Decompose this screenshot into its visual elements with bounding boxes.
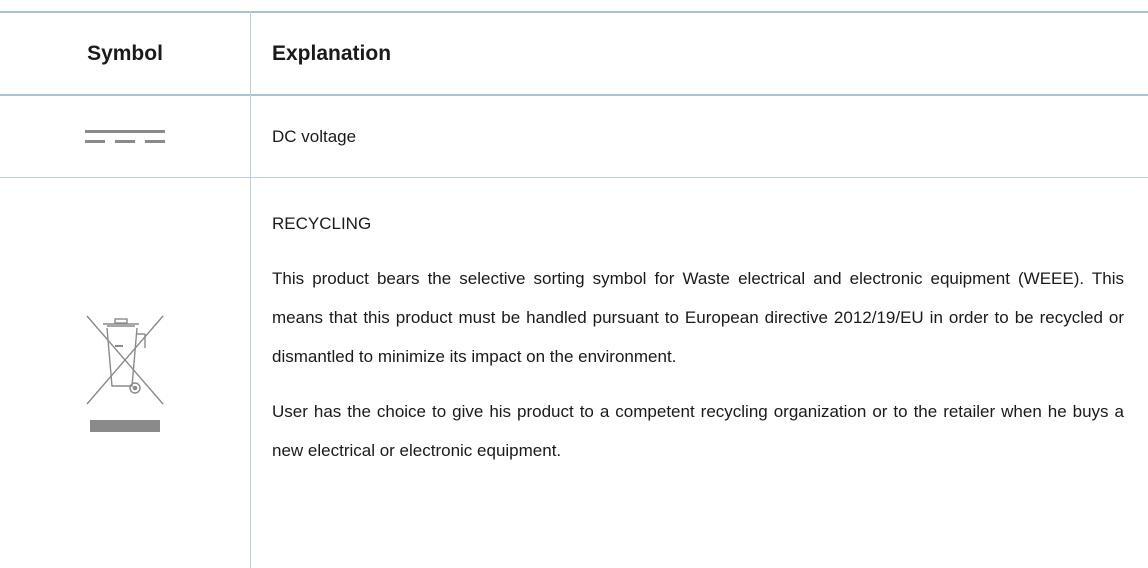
column-divider: [250, 11, 251, 568]
dc-voltage-explanation: DC voltage: [272, 126, 357, 146]
recycling-paragraph-2: User has the choice to give his product …: [272, 402, 1124, 460]
recycling-heading: RECYCLING: [272, 214, 372, 233]
recycling-paragraph-1: This product bears the selective sorting…: [272, 269, 1124, 366]
table-row: [0, 96, 250, 177]
weee-crossed-bin-icon: [86, 315, 164, 432]
symbols-table: Symbol Explanation DC voltage RECYCLING …: [0, 0, 1148, 568]
dc-voltage-icon: [85, 129, 165, 143]
header-symbol: Symbol: [87, 41, 163, 65]
header-explanation: Explanation: [272, 41, 392, 65]
recycling-explanation: RECYCLING This product bears the selecti…: [272, 204, 1124, 470]
table-row: [0, 178, 250, 568]
